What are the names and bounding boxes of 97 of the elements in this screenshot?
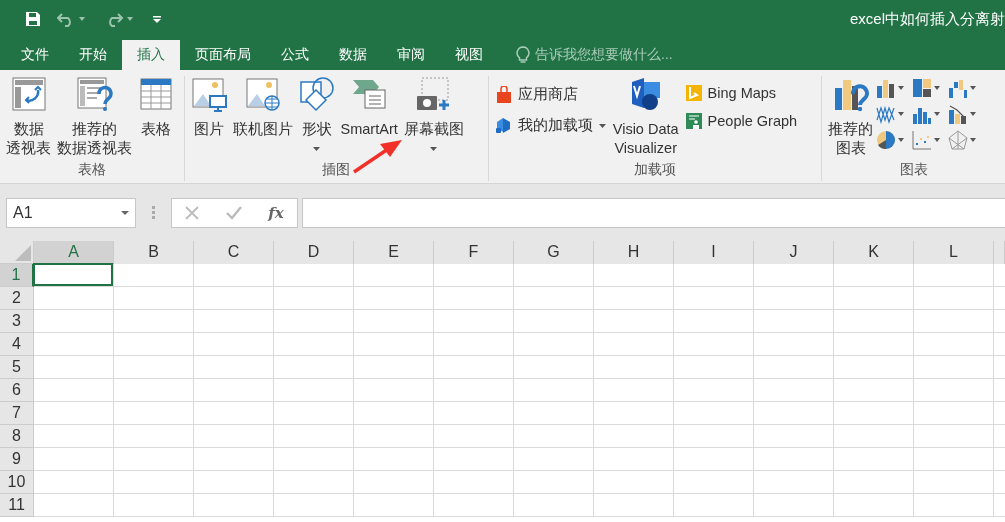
row-header[interactable]: 6 [0,379,34,402]
radar-chart-icon [948,130,969,150]
ribbon-tab[interactable]: 开始 [64,40,122,70]
caret-icon[interactable] [79,17,85,21]
name-box[interactable]: A1 [6,197,136,228]
column-header[interactable]: D [274,241,354,265]
line-chart-icon [876,104,897,124]
ribbon-button[interactable]: 推荐的 图表 [825,76,877,158]
caret-icon [934,112,941,116]
row-header[interactable]: 1 [0,264,34,287]
column-header[interactable]: B [114,241,194,265]
caret-icon [598,123,606,128]
ribbon-button[interactable]: Bing Maps [685,85,798,101]
ribbon-button[interactable]: People Graph [685,113,798,129]
shapes-icon [298,76,335,112]
bing-logo-icon [685,85,702,101]
cell-grid[interactable] [34,264,1005,517]
recommended-pivot-icon [76,76,113,112]
row-header[interactable]: 5 [0,356,34,379]
grip-icon[interactable] [152,205,155,220]
column-header[interactable]: K [834,241,914,265]
lightbulb-icon [516,46,530,64]
row-header[interactable]: 8 [0,425,34,448]
caret-icon [970,86,977,90]
row-header[interactable]: 3 [0,310,34,333]
ribbon-tab[interactable]: 审阅 [382,40,440,70]
ribbon-tab[interactable]: 数据 [324,40,382,70]
column-chart-icon [876,78,897,98]
row-header[interactable]: 2 [0,287,34,310]
column-header[interactable]: I [674,241,754,265]
row-header[interactable]: 9 [0,448,34,471]
ribbon-button[interactable]: 屏幕截图 [400,76,467,151]
caret-icon [934,138,941,142]
ribbon-tab[interactable]: 插入 [122,40,180,70]
insert-function-button[interactable]: fx [268,203,284,222]
annotation-arrow [352,138,404,174]
pivot-table-icon [10,76,47,112]
cubes-icon [495,116,512,135]
ribbon-tab[interactable]: 文件 [6,40,64,70]
column-header[interactable]: G [514,241,594,265]
ribbon-tab[interactable]: 视图 [440,40,498,70]
ribbon-button[interactable]: 形状 [295,76,338,151]
scatter-chart-icon [912,130,933,150]
combo-chart-icon [948,104,969,124]
row-header[interactable]: 4 [0,333,34,356]
caret-icon [970,112,977,116]
group-label: 表格 [76,161,107,179]
ribbon-button[interactable]: 数据 透视表 [3,76,54,158]
customize-toolbar-icon[interactable] [153,15,161,23]
ribbon-button[interactable]: Visio Data Visualizer [609,76,682,158]
row-header[interactable]: 7 [0,402,34,425]
check-icon[interactable] [225,205,242,220]
picture-icon [190,76,227,112]
shopping-bag-icon [495,85,512,104]
ribbon-button[interactable]: 联机图片 [229,76,296,139]
column-header[interactable]: A [34,241,114,265]
people-graph-icon [685,113,702,129]
screenshot-icon [415,76,452,112]
column-header[interactable]: C [194,241,274,265]
save-icon[interactable] [25,11,41,27]
caret-icon [898,138,905,142]
caret-icon [313,147,321,151]
caret-icon [934,86,941,90]
caret-icon [898,112,905,116]
column-header[interactable]: J [754,241,834,265]
window-title: excel中如何插入分离射 [849,9,1005,29]
ribbon-button[interactable]: 推荐的 数据透视表 [54,76,135,158]
column-header[interactable]: E [354,241,434,265]
column-header[interactable]: F [434,241,514,265]
group-label: 加载项 [633,161,678,179]
cancel-icon[interactable] [185,205,200,220]
waterfall-chart-icon [948,78,969,98]
caret-icon[interactable] [127,17,133,21]
caret-icon [898,86,905,90]
row-header[interactable]: 11 [0,494,34,517]
caret-icon [121,210,129,215]
row-header[interactable]: 10 [0,471,34,494]
pie-chart-icon [876,130,897,150]
ribbon-button[interactable]: 表格 [135,76,177,139]
column-header[interactable]: L [914,241,994,265]
caret-icon [970,138,977,142]
column-header[interactable] [994,241,1005,265]
ribbon-button[interactable]: 应用商店 [495,85,606,104]
formula-input[interactable] [302,197,1005,228]
ribbon-button[interactable]: 我的加载项 [495,116,606,135]
caret-icon [430,147,438,151]
group-label: 插图 [321,161,352,179]
ribbon-button[interactable]: 图片 [187,76,230,139]
table-icon [138,76,174,112]
ribbon-button[interactable]: SmartArt [337,76,401,139]
online-picture-icon [244,76,281,112]
ribbon-tab[interactable]: 公式 [266,40,324,70]
column-header[interactable]: H [594,241,674,265]
ribbon-tab[interactable]: 页面布局 [180,40,266,70]
selected-cell[interactable] [33,263,113,286]
hierarchy-chart-icon [912,78,933,98]
group-label: 图表 [898,161,929,179]
